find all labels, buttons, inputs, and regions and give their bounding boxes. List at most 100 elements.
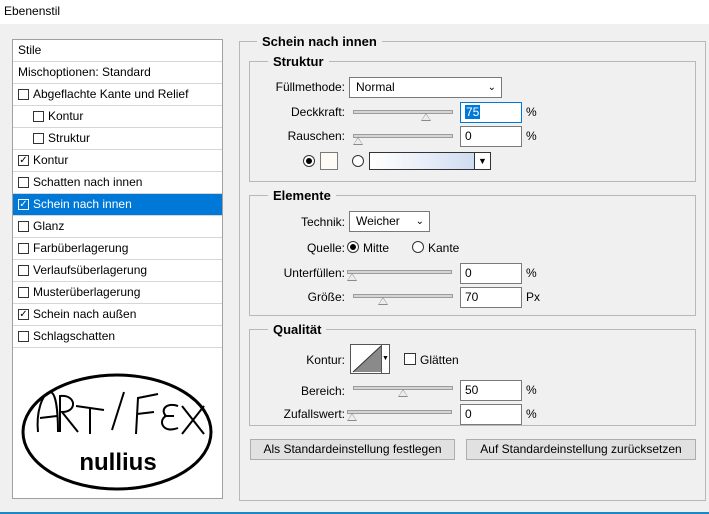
source-center-radio[interactable] — [347, 241, 359, 253]
style-item-label: Glanz — [33, 219, 65, 233]
style-checkbox[interactable] — [18, 265, 29, 276]
noise-input[interactable]: 0 — [460, 126, 522, 147]
size-slider[interactable] — [353, 291, 453, 305]
style-checkbox[interactable] — [18, 331, 29, 342]
style-item-label: Farbüberlagerung — [33, 241, 129, 255]
noise-unit: % — [526, 129, 537, 143]
style-checkbox[interactable] — [18, 177, 29, 188]
color-swatch[interactable] — [320, 152, 338, 170]
choke-unit: % — [526, 266, 537, 280]
jitter-label: Zufallswert: — [283, 407, 345, 421]
source-edge-radio[interactable] — [412, 241, 424, 253]
style-item[interactable]: Schlagschatten — [13, 326, 222, 348]
style-checkbox[interactable]: ✓ — [18, 309, 29, 320]
choke-input[interactable]: 0 — [460, 263, 522, 284]
style-checkbox[interactable] — [33, 111, 44, 122]
style-item[interactable]: ✓ Schein nach außen — [13, 304, 222, 326]
style-item[interactable]: Abgeflachte Kante und Relief — [13, 84, 222, 106]
style-item[interactable]: ✓ Kontur — [13, 150, 222, 172]
style-checkbox[interactable] — [18, 221, 29, 232]
jitter-unit: % — [526, 407, 537, 421]
style-item-label: Schein nach außen — [33, 307, 137, 321]
style-checkbox[interactable] — [33, 133, 44, 144]
qualitaet-legend: Qualität — [268, 322, 327, 337]
contour-label: Kontur: — [306, 353, 345, 367]
noise-slider[interactable] — [353, 131, 453, 145]
slider-thumb[interactable] — [398, 389, 408, 397]
slider-thumb[interactable] — [347, 413, 357, 421]
struktur-legend: Struktur — [268, 54, 329, 69]
slider-thumb[interactable] — [353, 137, 363, 145]
style-item[interactable]: Verlaufsüberlagerung — [13, 260, 222, 282]
size-value: 70 — [465, 290, 479, 304]
style-item[interactable]: Glanz — [13, 216, 222, 238]
slider-track — [353, 134, 453, 138]
jitter-input[interactable]: 0 — [460, 404, 522, 425]
slider-track — [353, 110, 453, 114]
size-input[interactable]: 70 — [460, 287, 522, 308]
style-item[interactable]: Schatten nach innen — [13, 172, 222, 194]
contour-dropdown-icon[interactable]: ▼ — [381, 345, 389, 373]
anti-aliased-label: Glätten — [420, 353, 459, 367]
style-item-label: Musterüberlagerung — [33, 285, 141, 299]
slider-track — [347, 410, 452, 414]
styles-header[interactable]: Stile — [13, 40, 222, 62]
gradient-radio[interactable] — [352, 155, 364, 167]
style-item[interactable]: ✓ Schein nach innen — [13, 194, 222, 216]
technique-label: Technik: — [300, 215, 345, 229]
slider-thumb[interactable] — [378, 297, 389, 305]
choke-value: 0 — [465, 266, 472, 280]
range-slider[interactable] — [353, 383, 453, 397]
gradient-picker[interactable]: ▼ — [369, 152, 491, 170]
blend-mode-value: Normal — [356, 80, 395, 94]
jitter-slider[interactable] — [347, 407, 452, 421]
size-label: Größe: — [307, 290, 345, 304]
style-checkbox[interactable] — [18, 287, 29, 298]
range-input[interactable]: 50 — [460, 380, 522, 401]
gradient-dropdown-icon[interactable]: ▼ — [474, 153, 490, 169]
slider-thumb[interactable] — [420, 113, 431, 121]
choke-label: Unterfüllen: — [283, 266, 345, 280]
source-center-label: Mitte — [363, 241, 390, 255]
style-item-label: Schatten nach innen — [33, 175, 143, 189]
opacity-unit: % — [526, 105, 537, 119]
range-value: 50 — [465, 383, 479, 397]
blending-options-item[interactable]: Mischoptionen: Standard — [13, 62, 222, 84]
window-title: Ebenenstil — [4, 4, 61, 18]
source-edge-label: Kante — [428, 241, 460, 255]
slider-track — [347, 270, 452, 274]
style-item-label: Schein nach innen — [33, 197, 132, 211]
style-item[interactable]: Struktur — [13, 128, 222, 150]
style-item-label: Kontur — [33, 153, 69, 167]
chevron-down-icon: ⌄ — [415, 216, 424, 227]
style-checkbox[interactable]: ✓ — [18, 199, 29, 210]
set-default-button[interactable]: Als Standardeinstellung festlegen — [250, 439, 455, 460]
blending-options-label: Mischoptionen: Standard — [18, 65, 151, 79]
noise-label: Rauschen: — [287, 129, 345, 143]
source-label: Quelle: — [306, 241, 345, 255]
style-item[interactable]: Musterüberlagerung — [13, 282, 222, 304]
blend-mode-select[interactable]: Normal ⌄ — [349, 77, 502, 98]
reset-default-button[interactable]: Auf Standardeinstellung zurücksetzen — [466, 439, 696, 460]
size-unit: Px — [526, 290, 541, 304]
style-item-label: Kontur — [48, 109, 84, 123]
style-checkbox[interactable] — [18, 89, 29, 100]
opacity-input[interactable]: 75 — [460, 102, 522, 123]
solid-color-radio[interactable] — [303, 155, 315, 167]
contour-picker[interactable]: ▼ — [350, 344, 390, 374]
style-checkbox[interactable] — [18, 243, 29, 254]
anti-aliased-checkbox[interactable] — [404, 353, 416, 365]
technique-select[interactable]: Weicher ⌄ — [349, 211, 430, 232]
style-checkbox[interactable]: ✓ — [18, 155, 29, 166]
opacity-slider[interactable] — [353, 107, 453, 121]
choke-slider[interactable] — [347, 267, 452, 281]
style-item-label: Struktur — [48, 131, 91, 145]
technique-value: Weicher — [356, 214, 400, 228]
opacity-value: 75 — [465, 105, 481, 119]
style-item[interactable]: Kontur — [13, 106, 222, 128]
slider-thumb[interactable] — [347, 273, 357, 281]
blend-mode-label: Füllmethode: — [275, 80, 345, 94]
opacity-label: Deckkraft: — [290, 105, 345, 119]
style-item[interactable]: Farbüberlagerung — [13, 238, 222, 260]
artifex-logo: nullius — [21, 373, 213, 491]
